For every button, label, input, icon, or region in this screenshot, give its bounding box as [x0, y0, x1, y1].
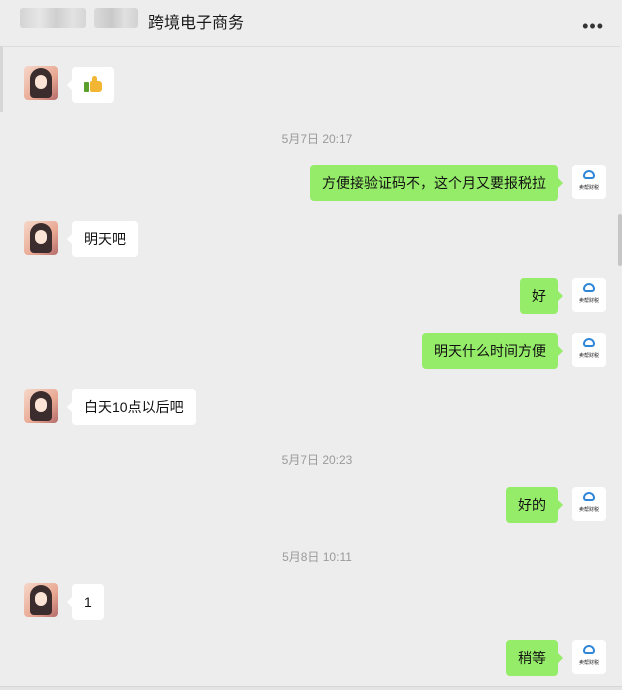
message-bubble-in[interactable]: 白天10点以后吧 [67, 389, 196, 425]
partner-avatar[interactable] [24, 66, 58, 100]
message-bubble-in[interactable]: 1 [67, 584, 104, 620]
message-bubble-out[interactable]: 稍等 [506, 640, 563, 676]
message-bubble-out[interactable]: 明天什么时间方便 [422, 333, 563, 369]
partner-avatar[interactable] [24, 583, 58, 617]
message-bubble-in[interactable] [67, 67, 114, 103]
more-horizontal-icon[interactable]: ••• [582, 17, 604, 35]
cloud-logo-icon [583, 492, 595, 501]
self-avatar[interactable]: 卖帮财税 [572, 278, 606, 312]
timestamp: 5月8日 10:11 [282, 550, 352, 564]
message-bubble-in[interactable]: 明天吧 [67, 221, 138, 257]
chat-header: 跨境电子商务 ••• [0, 0, 620, 47]
thumbs-up-icon [84, 76, 102, 92]
input-area-divider [0, 686, 622, 690]
self-avatar[interactable]: 卖帮财税 [572, 640, 606, 674]
partner-avatar[interactable] [24, 389, 58, 423]
cloud-logo-icon [583, 283, 595, 292]
message-bubble-out[interactable]: 好 [520, 278, 563, 314]
self-avatar[interactable]: 卖帮财税 [572, 333, 606, 367]
message-bubble-out[interactable]: 好的 [506, 487, 563, 523]
cloud-logo-icon [583, 338, 595, 347]
message-bubble-out[interactable]: 方便接验证码不，这个月又要报税拉 [310, 165, 563, 201]
self-avatar[interactable]: 卖帮财税 [572, 165, 606, 199]
blurred-name-1 [20, 8, 86, 28]
timestamp: 5月7日 20:17 [281, 132, 353, 146]
partner-avatar[interactable] [24, 221, 58, 255]
cloud-logo-icon [583, 645, 595, 654]
self-avatar[interactable]: 卖帮财税 [572, 487, 606, 521]
chat-title: 跨境电子商务 [148, 15, 245, 32]
cloud-logo-icon [583, 170, 595, 179]
blurred-name-2 [94, 8, 138, 28]
scrollbar[interactable] [618, 214, 622, 266]
left-edge-divider [0, 46, 3, 112]
timestamp: 5月7日 20:23 [281, 453, 353, 467]
